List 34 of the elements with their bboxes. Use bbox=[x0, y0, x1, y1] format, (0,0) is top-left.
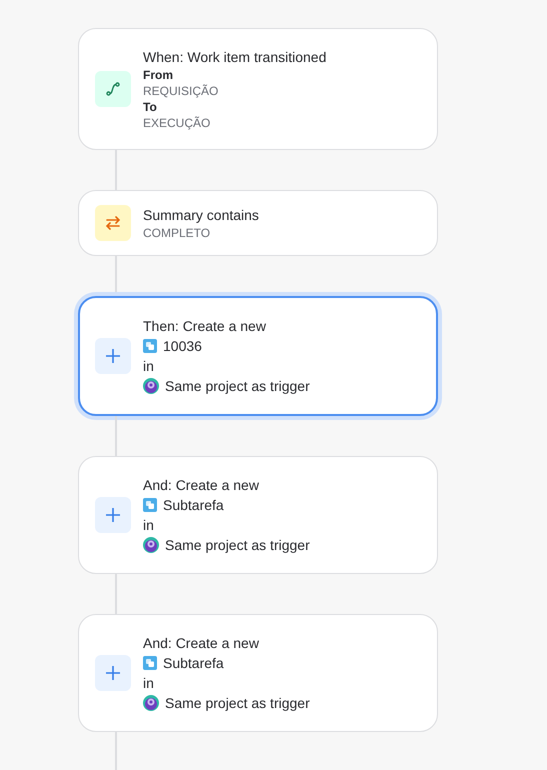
connector-text: in bbox=[143, 357, 155, 376]
project-name: Same project as trigger bbox=[165, 377, 310, 396]
step-title: And: Create a new bbox=[143, 634, 260, 653]
branch-icon bbox=[106, 82, 120, 96]
step-title: And: Create a new bbox=[143, 476, 260, 495]
field-label: To bbox=[143, 99, 158, 115]
connector-text: in bbox=[143, 674, 155, 693]
connector-text: in bbox=[143, 516, 155, 535]
step-card[interactable]: When: Work item transitioned From REQUISIÇÃO To EXECUÇÃO bbox=[78, 28, 438, 150]
plus-icon bbox=[105, 665, 121, 681]
project-name: Same project as trigger bbox=[165, 694, 310, 713]
issue-type-name: Subtarefa bbox=[163, 496, 224, 515]
swap-icon bbox=[105, 216, 121, 230]
plus-icon bbox=[105, 348, 121, 364]
issue-type-name: Subtarefa bbox=[163, 654, 224, 673]
field-value: REQUISIÇÃO bbox=[143, 83, 220, 99]
plus-icon bbox=[105, 507, 121, 523]
subtask-icon bbox=[143, 339, 157, 353]
step-title: When: Work item transitioned bbox=[143, 48, 326, 67]
field-value: COMPLETO bbox=[143, 225, 212, 241]
project-avatar-icon bbox=[143, 378, 159, 394]
field-value: EXECUÇÃO bbox=[143, 115, 212, 131]
field-label: From bbox=[143, 67, 174, 83]
step-card[interactable]: Summary contains COMPLETO bbox=[78, 190, 438, 256]
subtask-icon bbox=[143, 498, 157, 512]
step-title: Then: Create a new bbox=[143, 317, 267, 336]
step-card[interactable]: And: Create a new Subtarefa in Same project as trigger bbox=[78, 456, 438, 574]
project-avatar-icon bbox=[143, 537, 159, 553]
project-name: Same project as trigger bbox=[165, 536, 310, 555]
step-card[interactable]: And: Create a new Subtarefa in Same project as trigger bbox=[78, 614, 438, 732]
subtask-icon bbox=[143, 656, 157, 670]
step-title: Summary contains bbox=[143, 206, 259, 225]
project-avatar-icon bbox=[143, 695, 159, 711]
issue-type-name: 10036 bbox=[163, 337, 202, 356]
